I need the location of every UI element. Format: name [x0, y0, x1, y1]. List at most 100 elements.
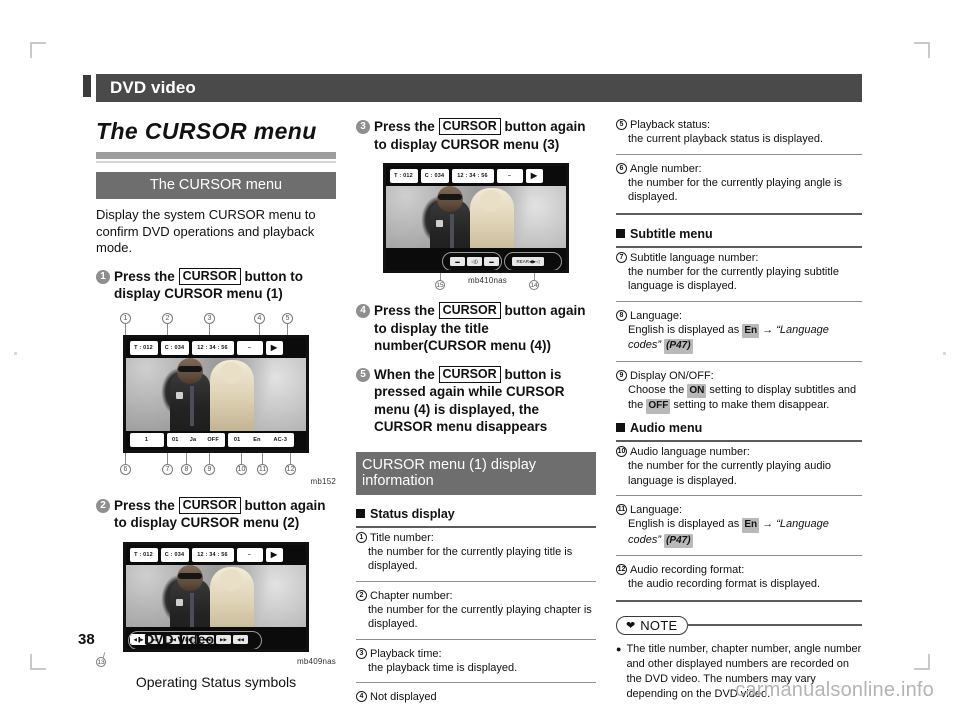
arrow-icon-1: → [762, 323, 774, 336]
osd-title-number-3: T : 012 [389, 169, 418, 183]
definition-term-4: 4 Not displayed [356, 690, 596, 704]
callout-7: 7 [162, 463, 173, 475]
definition-def-9-post: setting to make them disappear. [673, 399, 830, 412]
definition-item-3: 3 Playback time: the playback time is di… [356, 644, 596, 679]
crop-mark-top-right [914, 42, 930, 58]
setting-chip-on: ON [687, 383, 707, 399]
definition-term-text-5: Playback status: [630, 119, 711, 131]
definition-rule-8 [616, 360, 862, 362]
arrow-icon-2: → [762, 518, 774, 531]
subtitle-menu-heading-text: Subtitle menu [630, 226, 713, 241]
cursor-key-5[interactable]: CURSOR [438, 365, 501, 383]
callout-2: 2 [162, 312, 173, 324]
definition-term-text-7: Subtitle language number: [630, 251, 759, 264]
definition-term-text-2: Chapter number: [370, 589, 453, 602]
definition-item-2: 2 Chapter number: the number for the cur… [356, 586, 596, 635]
figure-2-caption: Operating Status symbols [135, 673, 297, 690]
definition-def-3: the playback time is displayed. [368, 661, 518, 674]
chapter-rule-thick [96, 152, 336, 159]
osd-status-bar-1: T : 012 C : 034 12 : 34 : 56 – ▶ [126, 337, 306, 358]
definition-term-text-10: Audio language number: [630, 446, 750, 459]
definition-rule-3 [356, 682, 596, 684]
osd-title-number: T : 012 [129, 340, 158, 355]
osd-subtitle-group: 01 Ja OFF [166, 433, 225, 447]
callout-3-leader [209, 323, 210, 335]
audio-menu-heading-text: Audio menu [630, 420, 703, 435]
callout-1: 1 [120, 312, 131, 324]
video-figure-stripe [190, 385, 194, 426]
definition-item-9: 9 Display ON/OFF: Choose the ON setting … [616, 366, 862, 417]
definition-item-11: 11 Language: English is displayed as En … [616, 500, 862, 551]
language-code-chip-en-1: En [742, 323, 760, 339]
definition-rule-5 [616, 153, 862, 155]
osd-playback-time-2: 12 : 34 : 56 [191, 547, 234, 562]
osd-not-displayed: – [236, 340, 263, 355]
definition-item-1: 1 Title number: the number for the curre… [356, 528, 596, 577]
subtitle-menu-heading: Subtitle menu [616, 227, 862, 241]
step-1: 1 Press the CURSOR button to display CUR… [96, 267, 336, 303]
definition-def-2: the number for the currently playing cha… [368, 603, 592, 631]
chapter-rule-thin [96, 161, 336, 163]
figure-3-highlight-oval-right [504, 252, 562, 270]
callout-2-leader [167, 323, 168, 335]
callout-9-leader [209, 452, 210, 464]
square-bullet-icon-3 [616, 423, 625, 433]
definition-number-12: 12 [616, 564, 627, 576]
definition-rule-7 [616, 300, 862, 302]
osd-not-displayed-3: – [496, 169, 523, 183]
definition-term-text-6: Angle number: [630, 162, 702, 175]
definition-number-2: 2 [356, 589, 367, 601]
osd-title-number-2: T : 012 [129, 547, 158, 562]
osd-audio-format: AC-3 [273, 437, 288, 443]
cursor-key-2[interactable]: CURSOR [178, 496, 241, 514]
cursor-key-3[interactable]: CURSOR [438, 118, 501, 135]
crop-mark-bottom-right [914, 654, 930, 670]
definition-def-6: the number for the currently playing ang… [628, 176, 843, 204]
step-5-number: 5 [356, 367, 370, 382]
figure-cursor-menu-2: T : 012 C : 034 12 : 34 : 56 – ▶ ◀▐▶ ▶▶ … [96, 541, 336, 690]
step-3: 3 Press the CURSOR button again to displ… [356, 118, 596, 153]
crop-mark-top-left [30, 42, 46, 58]
figure-1-callouts-top: 1 2 3 4 5 [96, 312, 336, 335]
setting-chip-off: OFF [646, 399, 671, 414]
dvd-screen-menu-1: T : 012 C : 034 12 : 34 : 56 – ▶ 1 01 Ja… [123, 334, 309, 453]
callout-5: 5 [282, 312, 293, 324]
page-ref-chip-1[interactable]: (P47) [664, 339, 693, 354]
dvd-screen-1-inner: T : 012 C : 034 12 : 34 : 56 – ▶ 1 01 Ja… [126, 337, 306, 450]
osd-lower-bar-1: 1 01 Ja OFF 01 En AC-3 [126, 430, 306, 450]
definition-number-7: 7 [616, 251, 627, 263]
column-right: 5 Playback status: the current playback … [616, 118, 862, 708]
definition-def-10: the number for the currently playing aud… [628, 460, 832, 487]
site-watermark: carmanualsonline.info [735, 679, 934, 701]
definition-term-text-8: Language: [630, 309, 682, 322]
definition-term-5: 5 Playback status: [616, 118, 862, 132]
definition-number-10: 10 [616, 446, 627, 458]
callout-4: 4 [254, 312, 265, 324]
definition-def-7: the number for the currently playing sub… [628, 265, 839, 293]
definition-term-9: 9 Display ON/OFF: [616, 369, 862, 383]
cursor-key-4[interactable]: CURSOR [438, 302, 501, 319]
osd-status-bar-3: T : 012 C : 034 12 : 34 : 56 – ▶ [386, 166, 566, 186]
figure-1-code: mb152 [310, 476, 336, 486]
definition-term-2: 2 Chapter number: [356, 589, 596, 603]
callout-4-leader [259, 323, 260, 335]
definition-term-3: 3 Playback time: [356, 647, 596, 661]
definition-rule-1 [356, 580, 596, 582]
osd-subtitle-number: 01 [172, 437, 179, 443]
osd-playback-time: 12 : 34 : 56 [191, 340, 234, 355]
callout-3: 3 [204, 312, 215, 324]
definition-number-9: 9 [616, 369, 627, 381]
square-bullet-icon-2 [616, 229, 625, 239]
callout-8-leader [186, 452, 187, 464]
osd-audio-number: 01 [233, 437, 241, 443]
definition-def-5: the current playback status is displayed… [628, 133, 824, 145]
definition-item-8: 8 Language: English is displayed as En →… [616, 306, 862, 357]
osd-chapter-number: C : 034 [160, 340, 189, 355]
definition-term-text-1: Title number: [370, 531, 434, 544]
edge-mark-right [943, 352, 946, 355]
definition-term-8: 8 Language: [616, 309, 862, 323]
step-5: 5 When the CURSOR button is pressed agai… [356, 365, 596, 436]
cursor-key-1[interactable]: CURSOR [178, 267, 241, 285]
page-ref-chip-2[interactable]: (P47) [664, 533, 693, 549]
step-3-text: Press the CURSOR button again to display… [374, 118, 596, 153]
